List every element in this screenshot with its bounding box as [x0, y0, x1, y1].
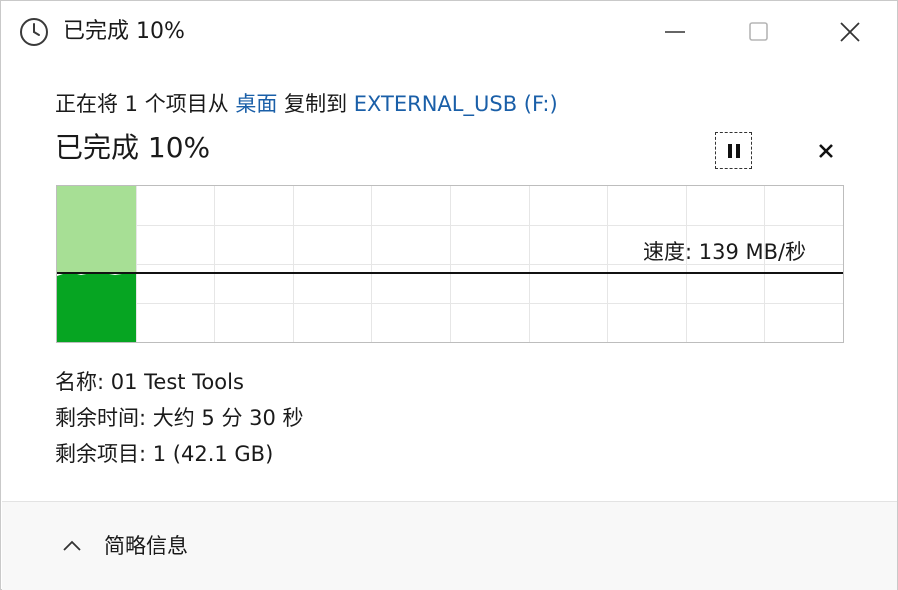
- destination-link[interactable]: EXTERNAL_USB (F:): [354, 92, 558, 116]
- footer: 简略信息: [2, 502, 897, 590]
- time-remaining: 剩余时间: 大约 5 分 30 秒: [55, 406, 304, 430]
- progress-fill-light: [57, 186, 136, 273]
- window-title: 已完成 10%: [63, 19, 185, 44]
- speed-label: 速度: 139 MB/秒: [643, 240, 807, 264]
- copy-prefix: 正在将 1 个项目从: [55, 92, 236, 116]
- copy-progress-window: 已完成 10% 正在将 1 个项目从 桌面 复制到 EXTERNAL_USB (…: [0, 0, 898, 590]
- copy-description: 正在将 1 个项目从 桌面 复制到 EXTERNAL_USB (F:): [55, 89, 558, 119]
- file-name: 名称: 01 Test Tools: [55, 370, 244, 394]
- progress-fill-dark: [57, 272, 136, 342]
- cancel-button[interactable]: [809, 134, 843, 168]
- maximize-button[interactable]: [713, 1, 805, 63]
- fewer-details-label: 简略信息: [104, 534, 188, 558]
- maximize-icon: [749, 22, 768, 41]
- pause-button[interactable]: [715, 132, 752, 169]
- minimize-icon: [665, 31, 685, 33]
- close-icon: [840, 22, 860, 42]
- clock-icon: [18, 16, 50, 48]
- items-remaining: 剩余项目: 1 (42.1 GB): [55, 442, 274, 466]
- chevron-up-icon: [63, 540, 81, 551]
- progress-title: 已完成 10%: [55, 131, 211, 164]
- cancel-icon: [819, 144, 833, 158]
- title-bar[interactable]: 已完成 10%: [1, 1, 897, 63]
- minimize-button[interactable]: [629, 1, 721, 63]
- close-button[interactable]: [804, 1, 896, 63]
- source-link[interactable]: 桌面: [235, 92, 277, 116]
- copy-middle: 复制到: [277, 92, 354, 116]
